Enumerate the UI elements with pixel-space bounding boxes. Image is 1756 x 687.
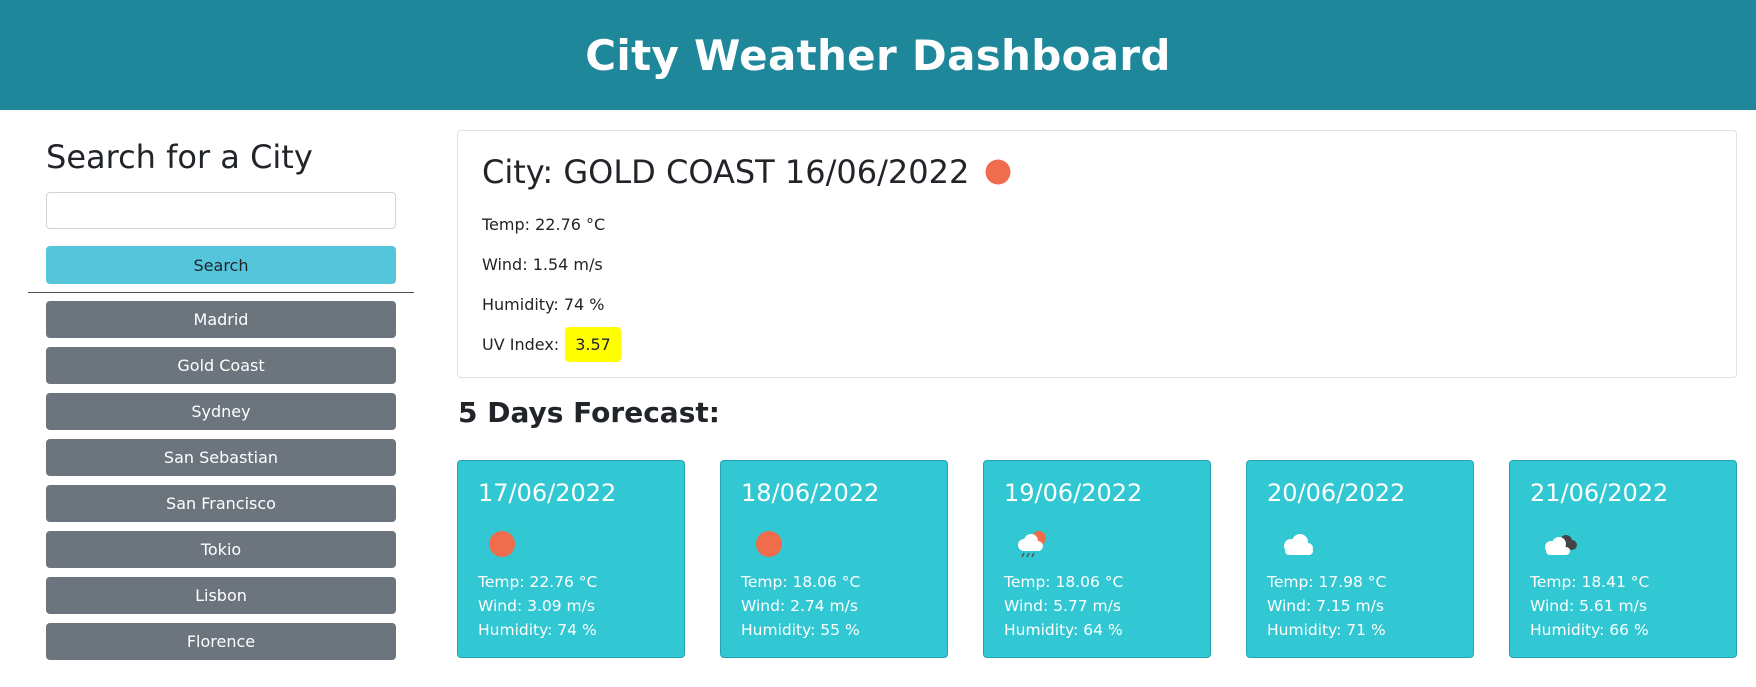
current-city-date: City: GOLD COAST 16/06/2022 <box>482 153 970 191</box>
uv-index-label: UV Index: <box>482 335 560 354</box>
forecast-wind: Wind: 7.15 m/s <box>1267 597 1384 615</box>
sun-icon <box>985 159 1011 185</box>
page-title: City Weather Dashboard <box>585 30 1171 80</box>
forecast-date: 21/06/2022 <box>1530 479 1669 507</box>
forecast-card: 17/06/2022 Temp: 22.76 °C Wind: 3.09 m/s… <box>457 460 685 658</box>
forecast-temp: Temp: 18.41 °C <box>1530 573 1650 591</box>
forecast-cards: 17/06/2022 Temp: 22.76 °C Wind: 3.09 m/s… <box>457 460 1737 658</box>
forecast-heading: 5 Days Forecast: <box>458 396 720 429</box>
history-button-gold-coast[interactable]: Gold Coast <box>46 347 396 384</box>
forecast-card: 18/06/2022 Temp: 18.06 °C Wind: 2.74 m/s… <box>720 460 948 658</box>
current-wind: Wind: 1.54 m/s <box>482 255 603 274</box>
city-search-input[interactable] <box>46 192 396 229</box>
forecast-wind: Wind: 2.74 m/s <box>741 597 858 615</box>
current-humidity: Humidity: 74 % <box>482 295 605 314</box>
forecast-temp: Temp: 18.06 °C <box>1004 573 1124 591</box>
forecast-humidity: Humidity: 74 % <box>478 621 597 639</box>
forecast-humidity: Humidity: 55 % <box>741 621 860 639</box>
current-weather-card: City: GOLD COAST 16/06/2022 Temp: 22.76 … <box>457 130 1737 378</box>
forecast-date: 20/06/2022 <box>1267 479 1406 507</box>
history-button-san-sebastian[interactable]: San Sebastian <box>46 439 396 476</box>
current-weather-title: City: GOLD COAST 16/06/2022 <box>482 153 1013 191</box>
search-history-list: Madrid Gold Coast Sydney San Sebastian S… <box>46 301 396 669</box>
current-temp: Temp: 22.76 °C <box>482 215 606 234</box>
rain-sun-icon <box>1018 531 1046 558</box>
forecast-humidity: Humidity: 71 % <box>1267 621 1386 639</box>
page-header: City Weather Dashboard <box>0 0 1756 110</box>
history-button-florence[interactable]: Florence <box>46 623 396 660</box>
forecast-temp: Temp: 22.76 °C <box>478 573 598 591</box>
current-uv-index: UV Index: 3.57 <box>482 327 621 362</box>
forecast-wind: Wind: 3.09 m/s <box>478 597 595 615</box>
forecast-date: 19/06/2022 <box>1004 479 1143 507</box>
history-button-madrid[interactable]: Madrid <box>46 301 396 338</box>
forecast-date: 18/06/2022 <box>741 479 880 507</box>
history-button-lisbon[interactable]: Lisbon <box>46 577 396 614</box>
forecast-temp: Temp: 18.06 °C <box>741 573 861 591</box>
forecast-date: 17/06/2022 <box>478 479 617 507</box>
cloud-icon <box>1284 534 1313 555</box>
search-button[interactable]: Search <box>46 246 396 284</box>
forecast-card: 20/06/2022 Temp: 17.98 °C Wind: 7.15 m/s… <box>1246 460 1474 658</box>
forecast-humidity: Humidity: 66 % <box>1530 621 1649 639</box>
uv-index-badge: 3.57 <box>565 327 621 362</box>
history-button-tokio[interactable]: Tokio <box>46 531 396 568</box>
search-heading: Search for a City <box>46 138 313 176</box>
forecast-card: 21/06/2022 Temp: 18.41 °C Wind: 5.61 m/s… <box>1509 460 1737 658</box>
history-button-sydney[interactable]: Sydney <box>46 393 396 430</box>
history-button-san-francisco[interactable]: San Francisco <box>46 485 396 522</box>
sun-icon <box>489 531 515 557</box>
sidebar-divider <box>28 292 414 293</box>
forecast-wind: Wind: 5.61 m/s <box>1530 597 1647 615</box>
forecast-wind: Wind: 5.77 m/s <box>1004 597 1121 615</box>
forecast-card: 19/06/2022 Temp: 18.06 °C Wind: 5.77 m/s… <box>983 460 1211 658</box>
forecast-humidity: Humidity: 64 % <box>1004 621 1123 639</box>
sun-icon <box>756 531 782 557</box>
forecast-temp: Temp: 17.98 °C <box>1267 573 1387 591</box>
broken-clouds-icon <box>1545 535 1577 555</box>
